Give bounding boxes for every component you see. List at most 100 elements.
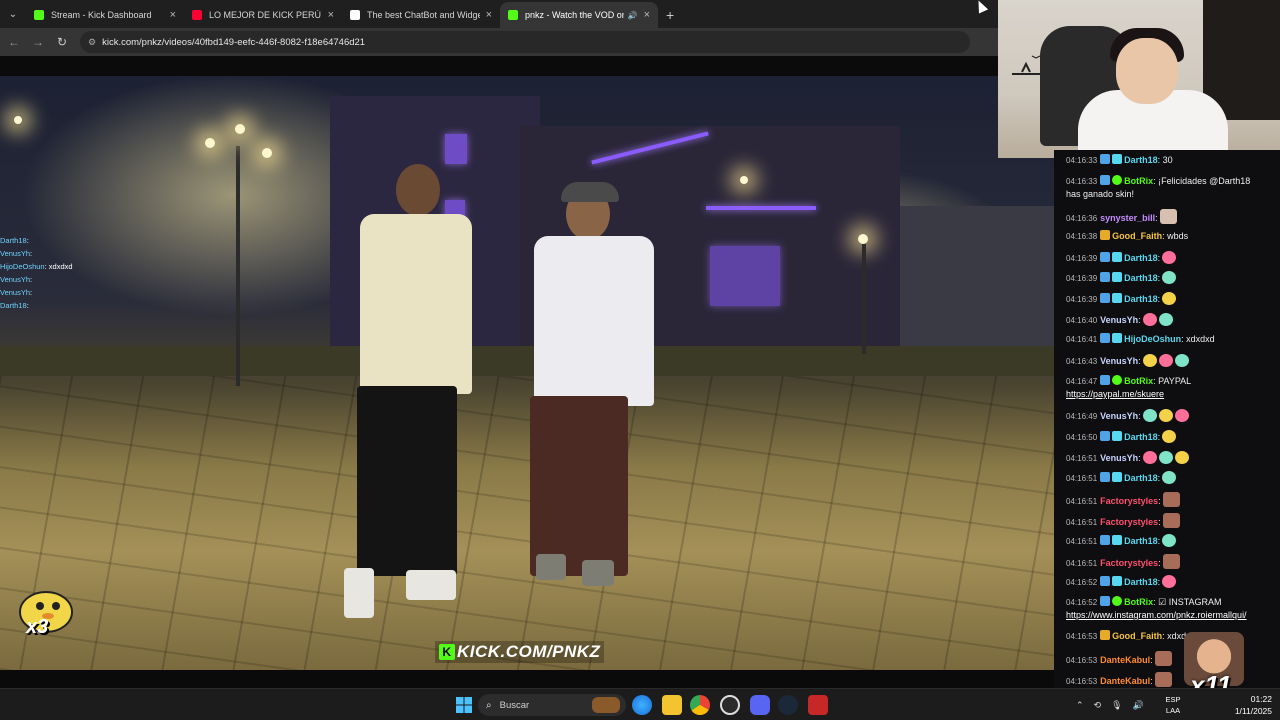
- street-lamp: [740, 176, 748, 184]
- browser-tab[interactable]: LO MEJOR DE KICK PERÚ #29 | ×: [184, 2, 342, 28]
- purple-light-cornice: [706, 206, 816, 210]
- overlay-chat-user: VenusYh: [0, 275, 31, 284]
- chat-username[interactable]: Darth18: [1124, 294, 1158, 304]
- back-arrow-icon[interactable]: ←: [2, 35, 26, 49]
- chat-link[interactable]: https://paypal.me/skuere: [1066, 388, 1272, 401]
- chat-text: : 30: [1157, 155, 1173, 165]
- tray-sync-icon[interactable]: ⟲: [1094, 700, 1102, 711]
- file-explorer-icon[interactable]: [662, 695, 682, 715]
- chat-emote-icon: [1142, 312, 1157, 326]
- watermark-text: KICK.COM/PNKZ: [457, 642, 601, 661]
- person-shoe: [582, 560, 614, 586]
- chat-username[interactable]: BotRix: [1124, 176, 1153, 186]
- chat-username[interactable]: Factorystyles: [1100, 496, 1158, 506]
- chat-text: :: [1158, 496, 1161, 507]
- chat-timestamp: 04:16:40: [1066, 315, 1098, 325]
- volume-icon[interactable]: 🔊: [1133, 700, 1144, 711]
- mascot-multiplier: x3: [26, 616, 49, 638]
- chat-timestamp: 04:16:36: [1066, 214, 1098, 224]
- chat-username[interactable]: Darth18: [1124, 432, 1158, 442]
- tab-title: Stream - Kick Dashboard: [51, 10, 152, 20]
- browser-tab[interactable]: The best ChatBot and Widgets ×: [342, 2, 500, 28]
- chat-username[interactable]: Darth18: [1124, 273, 1158, 283]
- chat-username[interactable]: Good_Faith: [1112, 231, 1162, 241]
- chat-username[interactable]: Darth18: [1124, 536, 1158, 546]
- tray-chevron-up-icon[interactable]: ⌃: [1076, 700, 1084, 711]
- chat-badge-sw-icon: [1100, 575, 1111, 586]
- windows-start-icon[interactable]: [454, 695, 474, 715]
- obs-icon[interactable]: [720, 695, 740, 715]
- chat-message: 04:16:39 Darth18:: [1066, 250, 1272, 265]
- street-lamp: [262, 148, 272, 158]
- discord-icon[interactable]: [750, 695, 770, 715]
- browser-tab[interactable]: Stream - Kick Dashboard ×: [26, 2, 184, 28]
- chat-username[interactable]: Darth18: [1124, 577, 1158, 587]
- close-tab-icon[interactable]: ×: [170, 9, 176, 21]
- street-lamp: [235, 124, 245, 134]
- chat-username[interactable]: Good_Faith: [1112, 631, 1162, 641]
- chat-username[interactable]: BotRix: [1124, 376, 1153, 386]
- chat-text: :: [1158, 516, 1161, 527]
- chat-badge-sw-icon: [1100, 333, 1111, 344]
- chat-username[interactable]: BotRix: [1124, 597, 1153, 607]
- chat-badge-crown-icon: [1100, 229, 1111, 240]
- chat-username[interactable]: Factorystyles: [1100, 558, 1158, 568]
- chat-emote-icon: [1162, 554, 1180, 570]
- chat-badge-sub-icon: [1112, 534, 1123, 545]
- chat-message: 04:16:33 Darth18: 30: [1066, 154, 1272, 167]
- tab-title: LO MEJOR DE KICK PERÚ #29 |: [209, 10, 322, 20]
- tab-audio-icon[interactable]: 🔊: [628, 11, 638, 20]
- person-shoe: [406, 570, 456, 600]
- close-tab-icon[interactable]: ×: [644, 9, 650, 21]
- app-red-icon[interactable]: [808, 695, 828, 715]
- chat-text: :: [1157, 432, 1161, 442]
- chat-timestamp: 04:16:41: [1066, 335, 1098, 345]
- chat-text: : wbds: [1162, 230, 1189, 241]
- new-tab-button[interactable]: +: [666, 2, 674, 28]
- taskbar-search[interactable]: ⌕ Buscar: [478, 694, 626, 716]
- language-indicator[interactable]: ESP LAA: [1160, 694, 1186, 716]
- chat-username[interactable]: Darth18: [1124, 155, 1158, 165]
- chat-emote-icon: [1158, 354, 1173, 368]
- chat-username[interactable]: Darth18: [1124, 253, 1158, 263]
- steam-icon[interactable]: [778, 695, 798, 715]
- chat-badge-sub-icon: [1112, 272, 1123, 283]
- microphone-icon[interactable]: 🎙: [1111, 700, 1122, 711]
- chat-username[interactable]: synyster_bill: [1100, 213, 1155, 223]
- chat-link[interactable]: https://www.instagram.com/pnkz.roiermall…: [1066, 609, 1272, 622]
- chat-username[interactable]: DanteKabul: [1100, 655, 1150, 665]
- search-icon: ⌕: [486, 699, 492, 711]
- browser-tab[interactable]: pnkz - Watch the VOD on K 🔊 ×: [500, 2, 658, 28]
- video-player[interactable]: Darth18: VenusYh: HijoDeOshun: xdxdxd Venus…: [0, 76, 1054, 670]
- chat-username[interactable]: Darth18: [1124, 473, 1158, 483]
- forward-arrow-icon[interactable]: →: [26, 35, 50, 49]
- reload-icon[interactable]: ↻: [50, 35, 74, 49]
- site-info-icon[interactable]: ⚙: [88, 37, 96, 48]
- chat-username[interactable]: VenusYh: [1100, 453, 1138, 463]
- chat-badge-sub-icon: [1112, 431, 1123, 441]
- chat-username[interactable]: VenusYh: [1100, 411, 1138, 421]
- chat-badge-sub-icon: [1112, 575, 1123, 586]
- chat-badge-sw-icon: [1100, 251, 1111, 262]
- chat-username[interactable]: DanteKabul: [1100, 676, 1150, 686]
- close-tab-icon[interactable]: ×: [328, 9, 334, 21]
- chat-emote-icon: [1162, 533, 1177, 547]
- tab-search-chevron-icon[interactable]: ⌄: [0, 0, 26, 28]
- chat-username[interactable]: Factorystyles: [1100, 517, 1158, 527]
- close-tab-icon[interactable]: ×: [486, 9, 492, 21]
- chat-message: 04:16:40 VenusYh:: [1066, 312, 1272, 327]
- chat-username[interactable]: VenusYh: [1100, 356, 1138, 366]
- grass-band: [0, 346, 1054, 376]
- taskbar-clock[interactable]: 01:22 1/11/2025: [1226, 693, 1272, 717]
- address-bar[interactable]: ⚙ kick.com/pnkz/videos/40fbd149-eefc-446…: [80, 31, 970, 53]
- chrome-icon[interactable]: [690, 695, 710, 715]
- chat-username[interactable]: VenusYh: [1100, 315, 1138, 325]
- chat-username[interactable]: HijoDeOshun: [1124, 334, 1181, 344]
- edge-icon[interactable]: [632, 695, 652, 715]
- chat-message: 04:16:52 BotRix: ☑ INSTAGRAM https://www.i…: [1066, 595, 1272, 622]
- video-bottom-bar: [0, 670, 1054, 688]
- chat-badge-sub-icon: [1112, 154, 1123, 164]
- chat-emote-icon: [1162, 574, 1177, 588]
- chat-emote-icon: [1142, 409, 1157, 423]
- tab-list: Stream - Kick Dashboard × LO MEJOR DE KICK…: [26, 2, 658, 28]
